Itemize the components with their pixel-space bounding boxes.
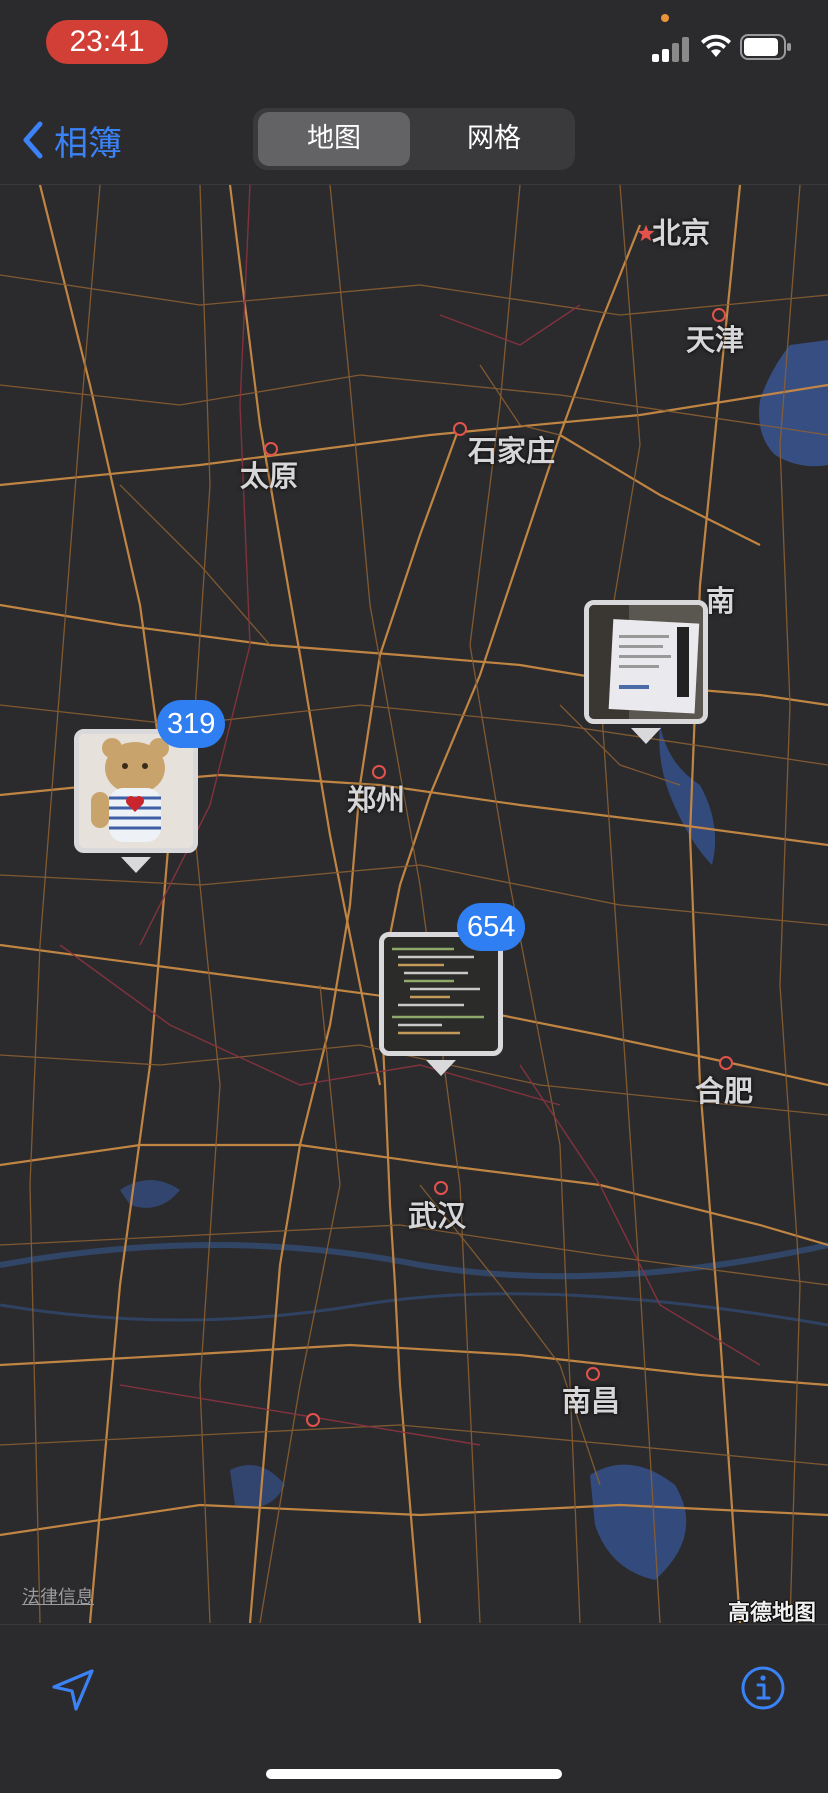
city-label-nanchang: 南昌 — [562, 1384, 621, 1418]
photo-count-badge: 654 — [457, 903, 526, 951]
mic-indicator-dot — [661, 14, 669, 22]
pin-tail-receipt — [631, 728, 661, 744]
pin-tail-teddy — [121, 857, 151, 873]
back-label: 相簿 — [54, 123, 122, 164]
city-label-zhengzhou: 郑州 — [347, 783, 406, 817]
bottom-toolbar — [0, 1624, 828, 1793]
legal-info-link[interactable]: 法律信息 — [22, 1583, 94, 1609]
city-label-wuhan: 武汉 — [408, 1199, 467, 1233]
teddy-bear-photo-thumbnail — [79, 734, 193, 848]
battery-icon — [740, 34, 791, 60]
chevron-left-icon — [23, 121, 43, 159]
status-time: 23:41 — [69, 25, 145, 58]
city-label-tianjin: 天津 — [686, 323, 745, 357]
wifi-icon — [701, 34, 731, 57]
info-circle-icon[interactable] — [740, 1665, 786, 1711]
location-arrow-icon[interactable] — [50, 1667, 96, 1713]
photo-count-badge: 319 — [157, 700, 226, 748]
city-label-hefei: 合肥 — [695, 1074, 754, 1108]
road-network — [0, 185, 828, 1623]
time-pill[interactable]: 23:41 — [46, 20, 168, 64]
segment-grid[interactable]: 网格 — [418, 112, 570, 166]
city-label-taiyuan: 太原 — [240, 459, 299, 493]
city-label-shijiazhuang: 石家庄 — [468, 434, 556, 468]
pin-tail-code — [426, 1060, 456, 1076]
city-dot-shijiazhuang — [453, 422, 467, 436]
home-indicator[interactable] — [266, 1769, 562, 1779]
cellular-signal-icon — [652, 36, 690, 62]
photo-pin-receipt[interactable] — [584, 600, 708, 724]
code-screen-photo-thumbnail — [384, 937, 498, 1051]
map-attribution: 高德地图 — [728, 1601, 817, 1623]
view-segmented-control: 地图 网格 — [253, 108, 575, 170]
status-bar: 23:41 — [0, 0, 828, 100]
segment-map[interactable]: 地图 — [258, 112, 410, 166]
city-label-jinan: 南 — [706, 584, 736, 618]
city-label-beijing: 北京 — [652, 216, 711, 250]
receipt-photo-thumbnail — [589, 605, 703, 719]
map-view[interactable]: 北京 天津 石家庄 太原 南 郑州 合肥 武汉 南昌 319 654 法律信息 … — [0, 185, 828, 1623]
capital-star-icon — [637, 224, 655, 242]
city-dot-bottom — [306, 1413, 320, 1427]
back-button[interactable]: 相簿 — [22, 118, 122, 164]
navigation-bar: 相簿 地图 网格 — [0, 100, 828, 185]
